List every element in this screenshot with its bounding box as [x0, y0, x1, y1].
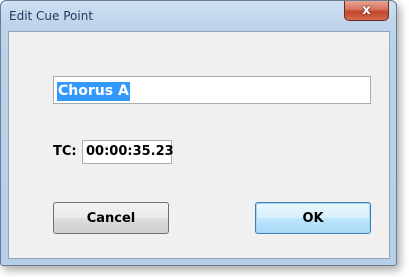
cancel-button[interactable]: Cancel	[53, 202, 169, 234]
ok-button[interactable]: OK	[255, 202, 371, 234]
close-button[interactable]: x	[344, 1, 389, 21]
close-icon: x	[362, 3, 371, 18]
cue-name-input[interactable]: Chorus A	[53, 76, 371, 104]
title-bar[interactable]: Edit Cue Point x	[1, 1, 396, 31]
edit-cue-point-dialog: Edit Cue Point x Chorus A TC: 00:00:35.2…	[0, 0, 397, 266]
dialog-body: Chorus A TC: 00:00:35.23 Cancel OK	[8, 31, 390, 259]
dialog-title: Edit Cue Point	[9, 9, 94, 23]
cue-name-selected-text: Chorus A	[57, 82, 130, 101]
timecode-label: TC:	[53, 144, 77, 159]
timecode-input[interactable]: 00:00:35.23	[82, 140, 174, 164]
